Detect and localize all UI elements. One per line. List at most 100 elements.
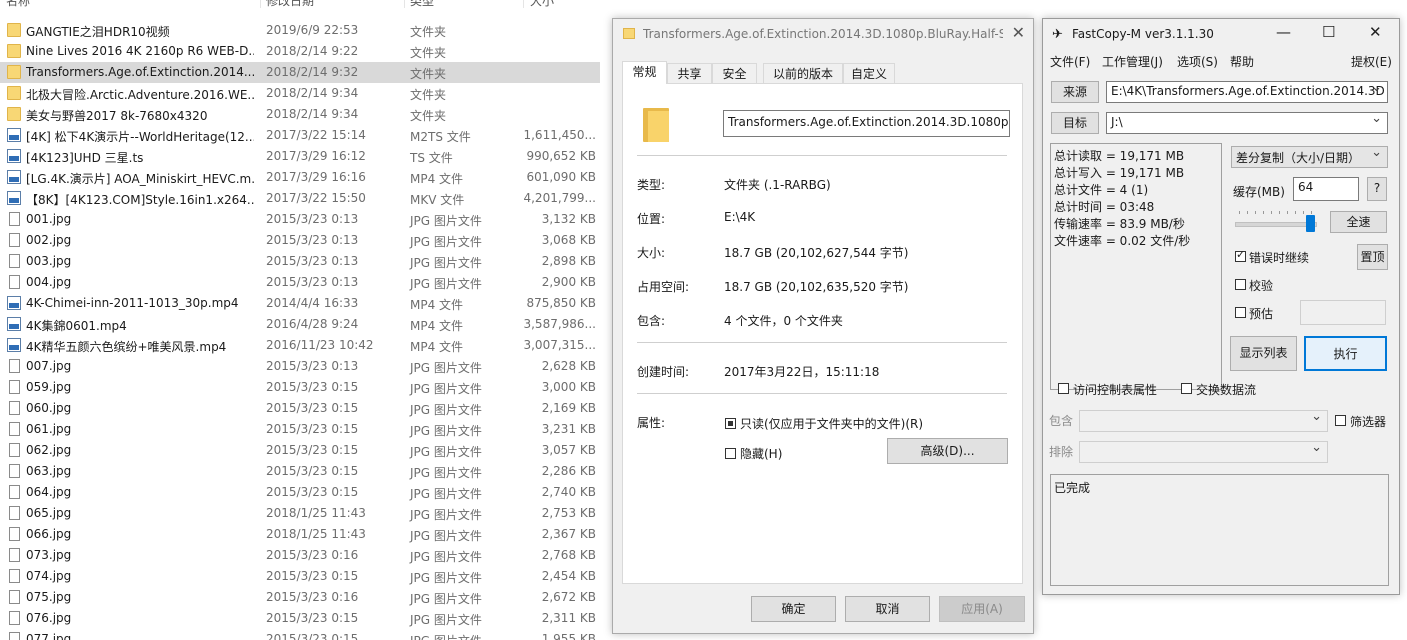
execute-button[interactable]: 执行 bbox=[1304, 336, 1387, 371]
close-icon[interactable]: ✕ bbox=[1012, 23, 1025, 42]
tab-general[interactable]: 常规 bbox=[622, 61, 667, 84]
file-type: 文件夹 bbox=[410, 109, 447, 123]
filter-checkbox[interactable] bbox=[1335, 415, 1346, 426]
file-row[interactable]: Nine Lives 2016 4K 2160p R6 WEB-D... 2018… bbox=[0, 41, 600, 62]
continue-on-error-checkbox[interactable] bbox=[1235, 248, 1246, 262]
file-type: JPG 图片文件 bbox=[410, 466, 482, 480]
file-row[interactable]: 076.jpg 2015/3/23 0:15 JPG 图片文件 2,311 KB bbox=[0, 608, 600, 629]
include-filter-combo[interactable] bbox=[1079, 409, 1328, 432]
file-row[interactable]: 001.jpg 2015/3/23 0:13 JPG 图片文件 3,132 KB bbox=[0, 209, 600, 230]
hidden-checkbox[interactable] bbox=[725, 448, 736, 459]
column-divider[interactable] bbox=[260, 0, 261, 8]
tab-security[interactable]: 安全 bbox=[712, 63, 757, 83]
destination-path-combo[interactable]: J:\ bbox=[1106, 112, 1388, 134]
alt-stream-checkbox[interactable] bbox=[1181, 383, 1192, 394]
file-row[interactable]: GANGTIE之泪HDR10视频 2019/6/9 22:53 文件夹 bbox=[0, 20, 600, 41]
file-date: 2018/2/14 9:32 bbox=[266, 65, 359, 79]
destination-button[interactable]: 目标 bbox=[1051, 112, 1099, 134]
file-row[interactable]: 060.jpg 2015/3/23 0:15 JPG 图片文件 2,169 KB bbox=[0, 398, 600, 419]
file-size: 2,753 KB bbox=[541, 506, 596, 520]
acl-checkbox[interactable] bbox=[1058, 383, 1069, 394]
ok-button[interactable]: 确定 bbox=[751, 596, 836, 622]
advanced-button[interactable]: 高级(D)... bbox=[887, 438, 1008, 464]
file-row[interactable]: 007.jpg 2015/3/23 0:13 JPG 图片文件 2,628 KB bbox=[0, 356, 600, 377]
file-row[interactable]: 004.jpg 2015/3/23 0:13 JPG 图片文件 2,900 KB bbox=[0, 272, 600, 293]
speed-slider-track[interactable] bbox=[1235, 222, 1317, 227]
video-file-icon bbox=[7, 191, 21, 205]
file-name: 美女与野兽2017 8k-7680x4320 bbox=[26, 109, 208, 123]
exclude-filter-combo[interactable] bbox=[1079, 440, 1328, 463]
maximize-icon[interactable]: ☐ bbox=[1322, 23, 1335, 41]
column-header-type[interactable]: 类型 bbox=[410, 0, 434, 9]
file-row[interactable]: [LG.4K.演示片] AOA_Miniskirt_HEVC.m... 2017/… bbox=[0, 167, 600, 188]
file-row[interactable]: 002.jpg 2015/3/23 0:13 JPG 图片文件 3,068 KB bbox=[0, 230, 600, 251]
tab-customize[interactable]: 自定义 bbox=[843, 63, 895, 83]
file-size: 2,367 KB bbox=[541, 527, 596, 541]
continue-on-error-label: 错误时继续 bbox=[1249, 251, 1310, 265]
file-row[interactable]: 4K集錦0601.mp4 2016/4/28 9:24 MP4 文件 3,587,98… bbox=[0, 314, 600, 335]
menu-help[interactable]: 帮助 bbox=[1230, 53, 1254, 70]
file-name: 北极大冒险.Arctic.Adventure.2016.WE... bbox=[26, 88, 254, 102]
estimate-checkbox[interactable] bbox=[1235, 307, 1246, 318]
file-row[interactable]: [4K123]UHD 三星.ts 2017/3/29 16:12 TS 文件 990,… bbox=[0, 146, 600, 167]
menu-file[interactable]: 文件(F) bbox=[1050, 53, 1090, 70]
video-file-icon bbox=[7, 149, 21, 163]
file-size: 3,132 KB bbox=[541, 212, 596, 226]
file-row[interactable]: 美女与野兽2017 8k-7680x4320 2018/2/14 9:34 文件夹 bbox=[0, 104, 600, 125]
file-row[interactable]: 074.jpg 2015/3/23 0:15 JPG 图片文件 2,454 KB bbox=[0, 566, 600, 587]
status-text: 已完成 bbox=[1054, 481, 1091, 495]
close-icon[interactable]: ✕ bbox=[1369, 23, 1382, 41]
file-row[interactable]: 073.jpg 2015/3/23 0:16 JPG 图片文件 2,768 KB bbox=[0, 545, 600, 566]
stat-total-read: 总计读取 = 19,171 MB bbox=[1054, 149, 1185, 163]
cancel-button[interactable]: 取消 bbox=[845, 596, 930, 622]
show-list-button[interactable]: 显示列表 bbox=[1230, 336, 1297, 371]
file-row[interactable]: 066.jpg 2018/1/25 11:43 JPG 图片文件 2,367 KB bbox=[0, 524, 600, 545]
file-date: 2015/3/23 0:15 bbox=[266, 422, 359, 436]
file-size: 4,201,799... bbox=[523, 191, 596, 205]
tab-sharing[interactable]: 共享 bbox=[667, 63, 712, 83]
column-header-date[interactable]: 修改日期 bbox=[266, 0, 314, 9]
readonly-checkbox[interactable] bbox=[725, 418, 736, 429]
column-divider[interactable] bbox=[523, 0, 524, 8]
file-row[interactable]: 062.jpg 2015/3/23 0:15 JPG 图片文件 3,057 KB bbox=[0, 440, 600, 461]
tab-previous-versions[interactable]: 以前的版本 bbox=[763, 63, 843, 83]
copy-mode-select[interactable]: 差分复制（大小/日期） bbox=[1231, 146, 1388, 168]
menu-privilege[interactable]: 提权(E) bbox=[1351, 53, 1392, 70]
file-row[interactable]: 003.jpg 2015/3/23 0:13 JPG 图片文件 2,898 KB bbox=[0, 251, 600, 272]
menu-jobs[interactable]: 工作管理(J) bbox=[1102, 53, 1163, 70]
full-speed-button[interactable]: 全速 bbox=[1330, 211, 1387, 233]
file-row[interactable]: 061.jpg 2015/3/23 0:15 JPG 图片文件 3,231 KB bbox=[0, 419, 600, 440]
folder-name-field[interactable]: Transformers.Age.of.Extinction.2014.3D.1… bbox=[723, 110, 1010, 137]
file-row[interactable]: 北极大冒险.Arctic.Adventure.2016.WE... 2018/2/… bbox=[0, 83, 600, 104]
file-row[interactable]: 075.jpg 2015/3/23 0:16 JPG 图片文件 2,672 KB bbox=[0, 587, 600, 608]
file-name: 003.jpg bbox=[26, 254, 72, 268]
image-file-icon bbox=[9, 359, 20, 373]
source-path-combo[interactable]: E:\4K\Transformers.Age.of.Extinction.201… bbox=[1106, 81, 1388, 103]
menu-options[interactable]: 选项(S) bbox=[1177, 53, 1218, 70]
file-row[interactable]: [4K] 松下4K演示片--WorldHeritage(12... 2017/3/… bbox=[0, 125, 600, 146]
type-value: 文件夹 (.1-RARBG) bbox=[724, 178, 831, 192]
file-row[interactable]: 059.jpg 2015/3/23 0:15 JPG 图片文件 3,000 KB bbox=[0, 377, 600, 398]
file-row[interactable]: 065.jpg 2018/1/25 11:43 JPG 图片文件 2,753 KB bbox=[0, 503, 600, 524]
verify-checkbox[interactable] bbox=[1235, 279, 1246, 290]
file-size: 3,007,315... bbox=[523, 338, 596, 352]
stat-file-rate: 文件速率 = 0.02 文件/秒 bbox=[1054, 234, 1191, 248]
column-header-size[interactable]: 大小 bbox=[530, 0, 554, 9]
file-row[interactable]: 064.jpg 2015/3/23 0:15 JPG 图片文件 2,740 KB bbox=[0, 482, 600, 503]
file-row[interactable]: Transformers.Age.of.Extinction.2014.... 2… bbox=[0, 62, 600, 83]
file-row[interactable]: 077.jpg 2015/3/23 0:15 JPG 图片文件 1,955 KB bbox=[0, 629, 600, 640]
file-row[interactable]: 4K-Chimei-inn-2011-1013_30p.mp4 2014/4/4 … bbox=[0, 293, 600, 314]
minimize-icon[interactable]: — bbox=[1276, 23, 1291, 41]
image-file-icon bbox=[9, 611, 20, 625]
file-row[interactable]: 4K精华五颜六色缤纷+唯美风景.mp4 2016/11/23 10:42 MP4 文… bbox=[0, 335, 600, 356]
help-button[interactable]: ? bbox=[1367, 177, 1387, 201]
file-row[interactable]: 063.jpg 2015/3/23 0:15 JPG 图片文件 2,286 KB bbox=[0, 461, 600, 482]
source-button[interactable]: 来源 bbox=[1051, 81, 1099, 103]
apply-button[interactable]: 应用(A) bbox=[939, 596, 1025, 622]
column-divider[interactable] bbox=[404, 0, 405, 8]
speed-slider-thumb[interactable] bbox=[1306, 215, 1315, 232]
column-header-name[interactable]: 名称 bbox=[6, 0, 30, 9]
buffer-size-input[interactable]: 64 bbox=[1293, 177, 1359, 201]
file-row[interactable]: 【8K】[4K123.COM]Style.16in1.x264.... 2017/… bbox=[0, 188, 600, 209]
always-on-top-button[interactable]: 置顶 bbox=[1357, 244, 1388, 270]
